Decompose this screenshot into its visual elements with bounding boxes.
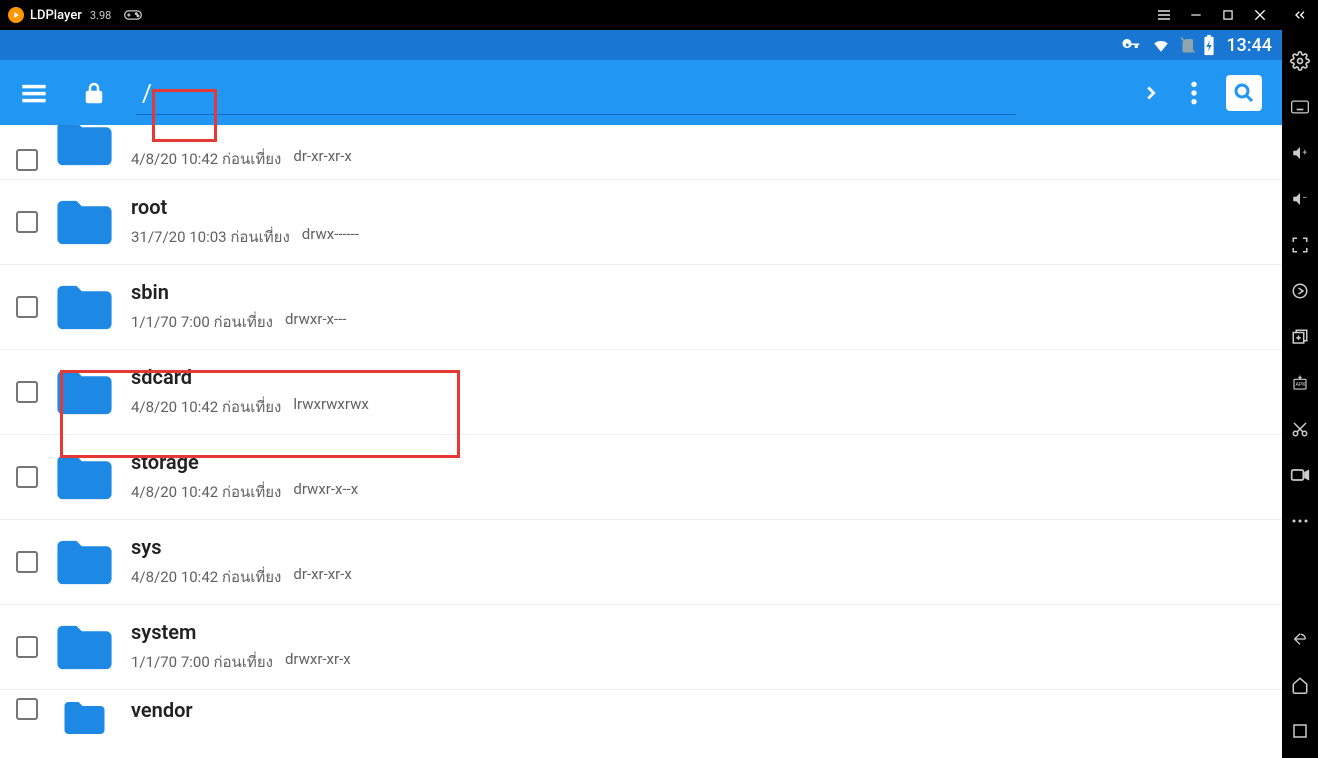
file-perm: lrwxrwxrwx (293, 395, 368, 419)
checkbox[interactable] (16, 636, 38, 658)
gamepad-icon (123, 8, 143, 22)
svg-text:−: − (1302, 194, 1307, 204)
folder-icon (52, 195, 117, 250)
file-name: sdcard (131, 365, 369, 389)
settings-gear-icon[interactable] (1289, 50, 1311, 72)
list-item[interactable]: system 1/1/70 7:00 ก่อนเที่ยง drwxr-xr-x (0, 605, 1282, 690)
menu-lines-icon[interactable] (1154, 5, 1174, 25)
ldplayer-logo-icon (8, 7, 24, 23)
android-statusbar: 13:44 (0, 30, 1282, 60)
list-item[interactable]: sbin 1/1/70 7:00 ก่อนเที่ยง drwxr-x--- (0, 265, 1282, 350)
app-name: LDPlayer (30, 8, 82, 23)
minimize-button[interactable] (1186, 5, 1206, 25)
list-item[interactable]: root 31/7/20 10:03 ก่อนเที่ยง drwx------ (0, 180, 1282, 265)
file-date: 4/8/20 10:42 ก่อนเที่ยง (131, 147, 281, 171)
clock-time: 13:44 (1226, 35, 1272, 56)
file-perm: drwxr-x--x (293, 480, 358, 504)
file-list[interactable]: 4/8/20 10:42 ก่อนเที่ยง dr-xr-xr-x root … (0, 125, 1282, 758)
file-date: 4/8/20 10:42 ก่อนเที่ยง (131, 480, 281, 504)
folder-icon (52, 698, 117, 738)
file-name: system (131, 620, 351, 644)
fullscreen-icon[interactable] (1289, 234, 1311, 256)
hamburger-menu-icon[interactable] (20, 79, 48, 107)
wifi-icon (1150, 36, 1172, 54)
file-date: 31/7/20 10:03 ก่อนเที่ยง (131, 225, 290, 249)
apk-install-icon[interactable]: APK (1289, 372, 1311, 394)
file-perm: drwxr-x--- (285, 310, 347, 334)
more-horizontal-icon[interactable] (1289, 510, 1311, 532)
volume-down-icon[interactable]: − (1289, 188, 1311, 210)
list-item[interactable]: sys 4/8/20 10:42 ก่อนเที่ยง dr-xr-xr-x (0, 520, 1282, 605)
multi-instance-icon[interactable] (1289, 326, 1311, 348)
checkbox[interactable] (16, 381, 38, 403)
checkbox[interactable] (16, 211, 38, 233)
recent-nav-icon[interactable] (1289, 720, 1311, 742)
collapse-sidebar-icon[interactable] (1290, 5, 1310, 25)
folder-icon (52, 535, 117, 590)
checkbox[interactable] (16, 466, 38, 488)
checkbox[interactable] (16, 698, 38, 720)
checkbox[interactable] (16, 296, 38, 318)
scissors-icon[interactable] (1289, 418, 1311, 440)
record-icon[interactable] (1289, 464, 1311, 486)
file-date: 1/1/70 7:00 ก่อนเที่ยง (131, 650, 273, 674)
no-sim-icon (1178, 35, 1196, 55)
file-perm: dr-xr-xr-x (293, 565, 351, 589)
chevron-right-icon[interactable] (1140, 82, 1162, 104)
file-name: root (131, 195, 359, 219)
file-date: 4/8/20 10:42 ก่อนเที่ยง (131, 395, 281, 419)
folder-icon (52, 280, 117, 335)
folder-icon (52, 125, 117, 171)
vpn-key-icon (1118, 36, 1144, 54)
list-item[interactable]: vendor (0, 690, 1282, 738)
svg-text:APK: APK (1296, 382, 1307, 388)
more-vert-icon[interactable] (1190, 80, 1198, 106)
file-perm: drwxr-xr-x (285, 650, 351, 674)
sync-icon[interactable] (1289, 280, 1311, 302)
folder-icon (52, 450, 117, 505)
file-manager-appbar: / (0, 60, 1282, 125)
volume-up-icon[interactable]: + (1289, 142, 1311, 164)
window-titlebar: LDPlayer 3.98 (0, 0, 1318, 30)
file-date: 1/1/70 7:00 ก่อนเที่ยง (131, 310, 273, 334)
file-name: storage (131, 450, 358, 474)
file-perm: drwx------ (302, 225, 359, 249)
maximize-button[interactable] (1218, 5, 1238, 25)
path-underline (136, 114, 1016, 115)
file-date: 4/8/20 10:42 ก่อนเที่ยง (131, 565, 281, 589)
keyboard-icon[interactable] (1289, 96, 1311, 118)
svg-text:+: + (1302, 148, 1307, 158)
file-perm: dr-xr-xr-x (293, 147, 351, 171)
file-name: vendor (131, 698, 193, 722)
file-name: sys (131, 535, 352, 559)
list-item[interactable]: storage 4/8/20 10:42 ก่อนเที่ยง drwxr-x--… (0, 435, 1282, 520)
close-button[interactable] (1250, 5, 1270, 25)
home-nav-icon[interactable] (1289, 674, 1311, 696)
checkbox[interactable] (16, 149, 38, 171)
search-button[interactable] (1226, 75, 1262, 111)
folder-icon (52, 620, 117, 675)
app-version: 3.98 (90, 9, 111, 22)
battery-charging-icon (1202, 34, 1216, 56)
list-item[interactable]: 4/8/20 10:42 ก่อนเที่ยง dr-xr-xr-x (0, 125, 1282, 180)
checkbox[interactable] (16, 551, 38, 573)
folder-icon (52, 365, 117, 420)
emulator-sidebar: + − APK (1282, 30, 1318, 758)
file-name: sbin (131, 280, 346, 304)
back-nav-icon[interactable] (1289, 628, 1311, 650)
list-item-sdcard[interactable]: sdcard 4/8/20 10:42 ก่อนเที่ยง lrwxrwxrwx (0, 350, 1282, 435)
path-input[interactable]: / (136, 75, 158, 111)
lock-icon[interactable] (82, 79, 106, 107)
